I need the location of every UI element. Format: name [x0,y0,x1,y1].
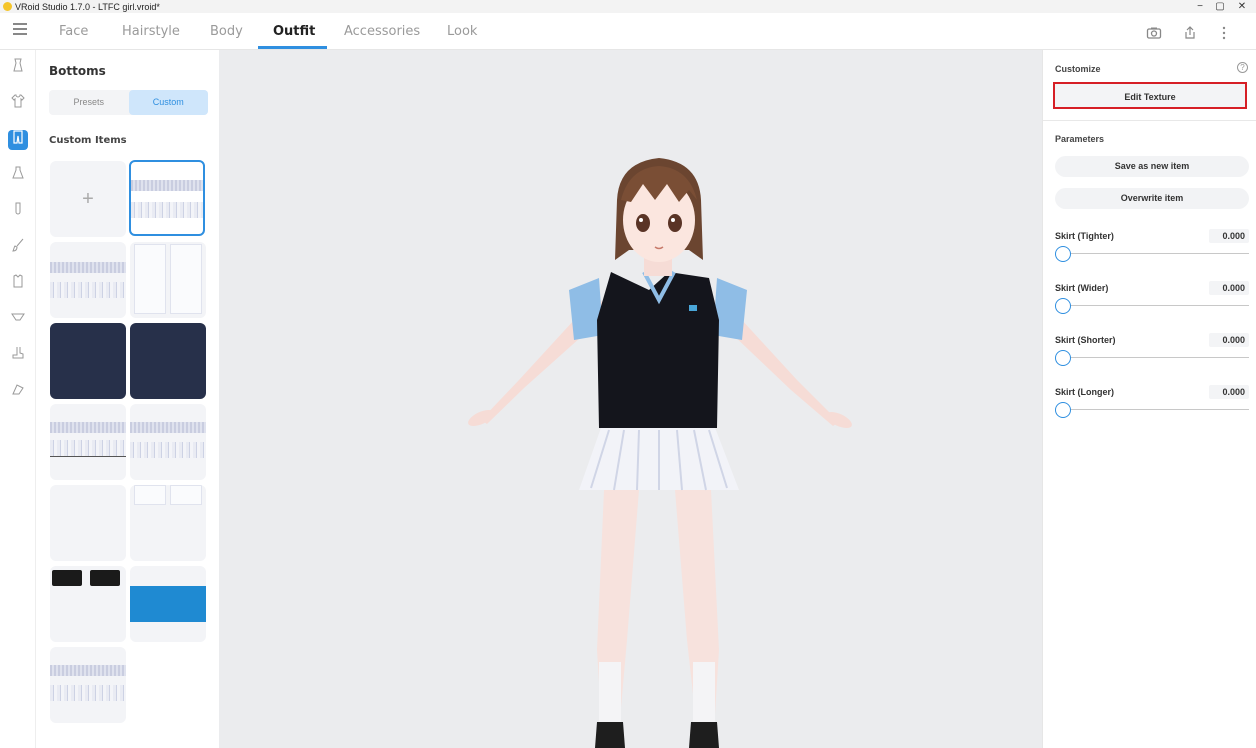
param-value-input[interactable]: 0.000 [1209,281,1249,295]
custom-item-thumbnail[interactable] [50,404,126,480]
custom-item-thumbnail[interactable] [130,242,206,318]
close-button[interactable]: ✕ [1228,0,1256,13]
param-skirt-wider: Skirt (Wider) 0.000 [1055,281,1249,323]
tab-accessories[interactable]: Accessories [344,24,420,39]
tab-face[interactable]: Face [59,24,88,39]
3d-viewport[interactable] [219,50,1042,748]
param-skirt-tighter: Skirt (Tighter) 0.000 [1055,229,1249,271]
customize-panel: Customize ? Edit Texture Parameters Save… [1042,50,1256,748]
tops-icon[interactable] [8,58,28,78]
brush-icon[interactable] [8,238,28,258]
custom-item-thumbnail[interactable] [130,566,206,642]
category-rail [0,50,36,748]
slider-knob[interactable] [1055,298,1071,314]
more-vertical-icon[interactable] [1216,25,1232,41]
custom-item-thumbnail[interactable] [50,647,126,723]
bottoms-panel: Bottoms Presets Custom Custom Items + [36,50,219,748]
param-skirt-longer: Skirt (Longer) 0.000 [1055,385,1249,427]
add-item-button[interactable]: + [50,161,126,237]
character-model [468,158,852,748]
shoes-icon[interactable] [8,346,28,366]
hamburger-icon[interactable] [13,23,27,37]
tab-hairstyle[interactable]: Hairstyle [122,24,180,39]
window-titlebar: VRoid Studio 1.7.0 - LTFC girl.vroid* − … [0,0,1256,13]
presets-tab[interactable]: Presets [49,90,129,115]
edit-texture-button[interactable]: Edit Texture [1053,82,1247,109]
shirt-icon[interactable] [8,94,28,114]
presets-custom-toggle: Presets Custom [49,90,208,115]
slider-track[interactable] [1059,253,1249,254]
top-tab-bar: Face Hairstyle Body Outfit Accessories L… [0,13,1256,50]
accessory-icon[interactable] [8,382,28,402]
vroid-logo-icon [3,2,12,11]
slider-track[interactable] [1059,305,1249,306]
custom-item-thumbnail[interactable] [50,485,126,561]
camera-icon[interactable] [1146,25,1162,41]
param-skirt-shorter: Skirt (Shorter) 0.000 [1055,333,1249,375]
panel-title: Bottoms [49,64,106,78]
active-tab-indicator [258,46,327,49]
tab-body[interactable]: Body [210,24,243,39]
custom-item-thumbnail[interactable] [50,242,126,318]
window-title: VRoid Studio 1.7.0 - LTFC girl.vroid* [15,1,160,12]
dress-icon[interactable] [8,166,28,186]
param-value-input[interactable]: 0.000 [1209,333,1249,347]
custom-tab[interactable]: Custom [128,90,208,115]
onepiece-icon[interactable] [8,274,28,294]
param-value-input[interactable]: 0.000 [1209,229,1249,243]
slider-track[interactable] [1059,409,1249,410]
plus-icon: + [82,188,94,210]
underwear-icon[interactable] [8,310,28,330]
slider-track[interactable] [1059,357,1249,358]
custom-item-thumbnail[interactable] [130,485,206,561]
slider-knob[interactable] [1055,402,1071,418]
tab-outfit[interactable]: Outfit [273,24,315,39]
divider [1043,120,1256,121]
help-icon[interactable]: ? [1237,62,1248,73]
custom-items-heading: Custom Items [49,135,127,146]
overwrite-item-button[interactable]: Overwrite item [1055,188,1249,209]
parameters-label: Parameters [1055,134,1105,144]
param-label: Skirt (Shorter) [1055,335,1116,345]
custom-item-thumbnail[interactable] [129,160,205,236]
tab-look[interactable]: Look [447,24,477,39]
customize-label: Customize [1055,64,1101,74]
socks-icon[interactable] [8,202,28,222]
custom-item-thumbnail[interactable] [130,404,206,480]
custom-item-thumbnail[interactable] [50,566,126,642]
bottoms-icon[interactable] [8,130,28,150]
param-label: Skirt (Wider) [1055,283,1109,293]
custom-item-thumbnail[interactable] [50,323,126,399]
export-icon[interactable] [1182,25,1198,41]
param-label: Skirt (Longer) [1055,387,1115,397]
slider-knob[interactable] [1055,350,1071,366]
slider-knob[interactable] [1055,246,1071,262]
save-as-new-item-button[interactable]: Save as new item [1055,156,1249,177]
param-value-input[interactable]: 0.000 [1209,385,1249,399]
custom-item-thumbnail[interactable] [130,323,206,399]
param-label: Skirt (Tighter) [1055,231,1114,241]
